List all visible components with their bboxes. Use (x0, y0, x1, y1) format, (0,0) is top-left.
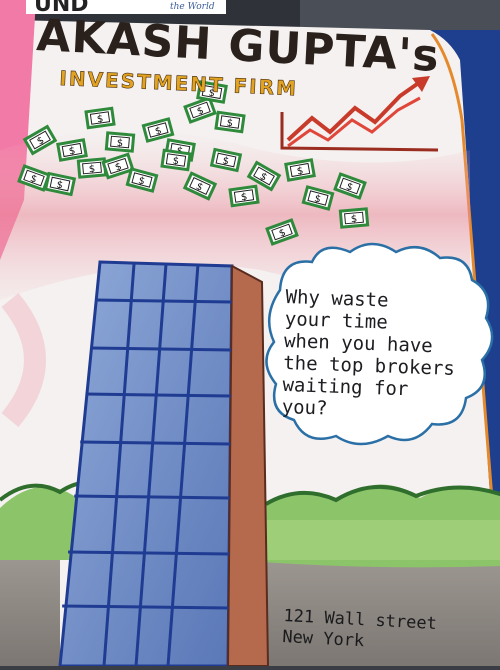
dollar-bill-icon: $ (56, 138, 88, 162)
dollar-bill-icon: $ (104, 131, 136, 153)
ground-left (0, 560, 60, 666)
svg-text:$: $ (350, 214, 357, 226)
dollar-bill-icon: $ (84, 106, 116, 130)
dollar-bill-icon: $ (214, 110, 246, 134)
address: 121 Wall street New York (282, 606, 444, 656)
svg-text:$: $ (88, 164, 95, 176)
cloud-message: Why waste your time when you have the to… (281, 286, 485, 425)
lawn-right (262, 520, 500, 560)
dollar-bill-icon: $ (338, 207, 370, 229)
corner-caption: the World (170, 2, 215, 12)
dollar-bill-icon: $ (228, 184, 260, 208)
dollar-bill-icon: $ (43, 171, 77, 197)
dollar-bill-icon: $ (284, 158, 316, 182)
dollar-bill-icon: $ (160, 148, 192, 172)
dollar-bill-icon: $ (209, 147, 243, 173)
svg-text:$: $ (116, 138, 123, 150)
notebook-photo: $$$$$$$$$$$$$$$$$$$$$$$$ UND the World A… (0, 0, 500, 668)
